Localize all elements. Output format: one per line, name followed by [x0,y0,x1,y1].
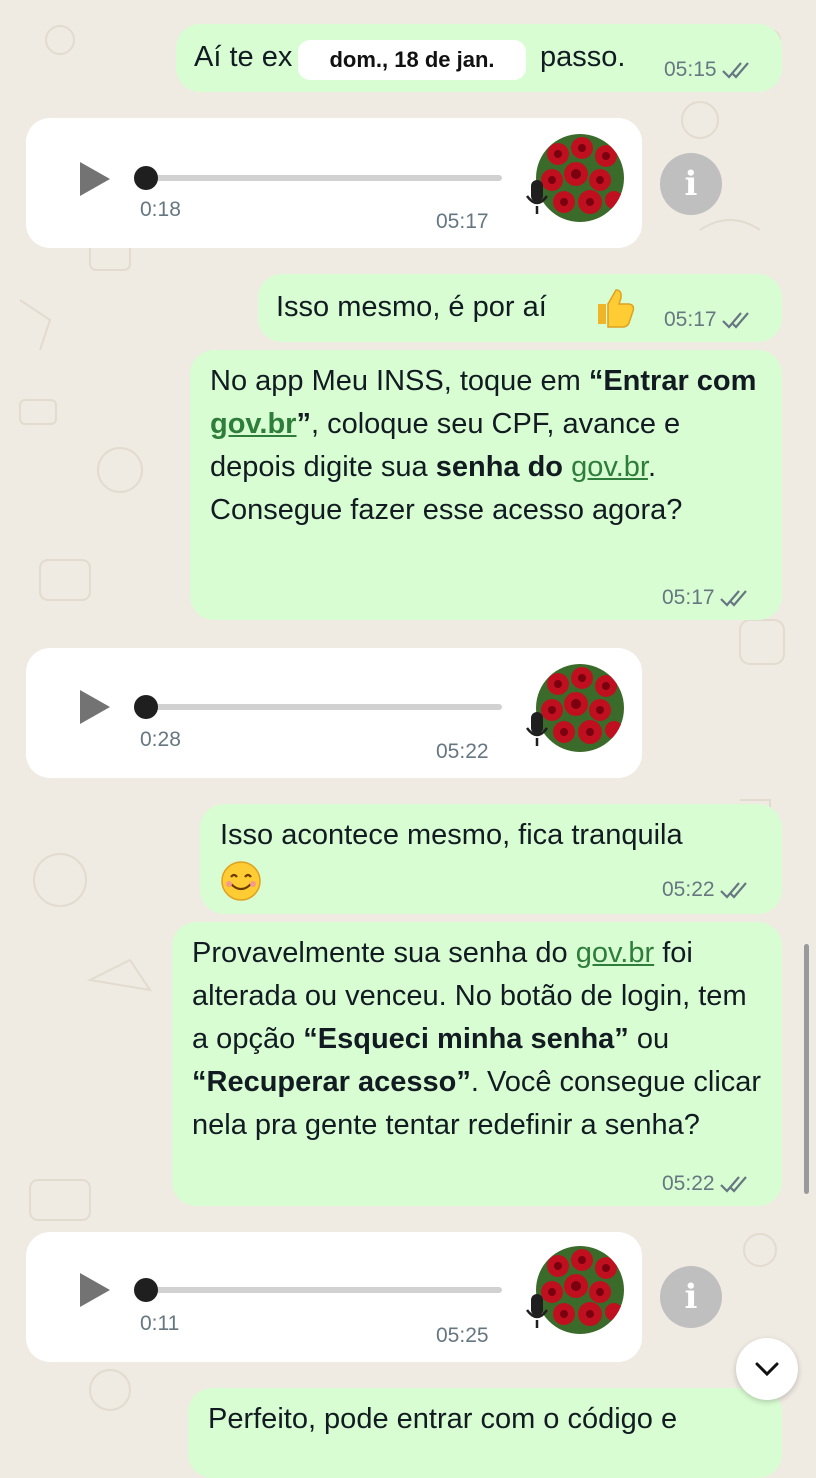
microphone-icon [525,180,549,214]
message-text: Aí te ex [194,41,293,73]
message-outgoing[interactable]: Isso mesmo, é por aí 05:17 [258,274,782,342]
message-meta: 05:22 [662,1172,751,1196]
message-time: 05:15 [664,58,717,81]
message-time: 05:22 [662,878,715,901]
microphone-icon [525,1294,549,1328]
thumbs-up-icon [598,289,635,328]
audio-progress-track[interactable] [142,175,502,181]
scroll-to-bottom-button[interactable] [736,1338,798,1400]
info-icon[interactable]: i [660,153,722,215]
message-text: Provavelmente sua senha do gov.br foi al… [192,937,762,1141]
double-check-icon [719,882,747,899]
link-gov-br[interactable]: gov.br [571,451,648,483]
double-check-icon [719,590,747,607]
microphone-icon [525,712,549,746]
message-time: 05:25 [436,1324,489,1347]
play-icon[interactable] [80,1273,110,1307]
link-gov-br[interactable]: gov.br [210,408,296,440]
message-outgoing[interactable]: Provavelmente sua senha do gov.br foi al… [172,922,782,1206]
message-time: 05:17 [436,210,489,233]
message-meta: 05:17 [662,586,751,610]
scrollbar[interactable] [804,944,809,1194]
play-icon[interactable] [80,690,110,724]
voice-message[interactable]: 0:18 05:17 [26,118,642,248]
audio-duration: 0:18 [140,198,181,221]
audio-progress-track[interactable] [142,1287,502,1293]
voice-message[interactable]: 0:11 05:25 [26,1232,642,1362]
audio-duration: 0:28 [140,728,181,751]
play-icon[interactable] [80,162,110,196]
audio-seek-handle[interactable] [134,695,158,719]
audio-duration: 0:11 [140,1312,180,1335]
voice-message[interactable]: 0:28 05:22 [26,648,642,778]
date-divider: dom., 18 de jan. [298,40,526,80]
message-outgoing[interactable]: Isso acontece mesmo, fica tranquila 05:2… [200,804,782,914]
message-time: 05:22 [436,740,489,763]
message-time: 05:17 [664,308,717,331]
message-time: 05:22 [662,1172,715,1195]
double-check-icon [719,1176,747,1193]
audio-seek-handle[interactable] [134,166,158,190]
message-meta: 05:15 [664,58,753,82]
message-outgoing[interactable]: No app Meu INSS, toque em “Entrar com go… [190,350,782,620]
message-text: passo. [540,41,626,73]
info-icon[interactable]: i [660,1266,722,1328]
audio-progress-track[interactable] [142,704,502,710]
message-text: No app Meu INSS, toque em “Entrar com go… [210,365,757,526]
message-meta: 05:17 [664,308,753,332]
message-text: Isso mesmo, é por aí [276,291,547,323]
smiling-face-icon [221,861,261,901]
double-check-icon [721,62,749,79]
message-time: 05:17 [662,586,715,609]
link-gov-br[interactable]: gov.br [576,937,654,969]
message-outgoing[interactable]: Perfeito, pode entrar com o código e [188,1388,782,1478]
message-text: Isso acontece mesmo, fica tranquila [220,819,683,851]
chevron-down-icon [755,1362,779,1377]
double-check-icon [721,312,749,329]
message-meta: 05:22 [662,878,751,902]
message-text: Perfeito, pode entrar com o código e [208,1403,678,1435]
audio-seek-handle[interactable] [134,1278,158,1302]
